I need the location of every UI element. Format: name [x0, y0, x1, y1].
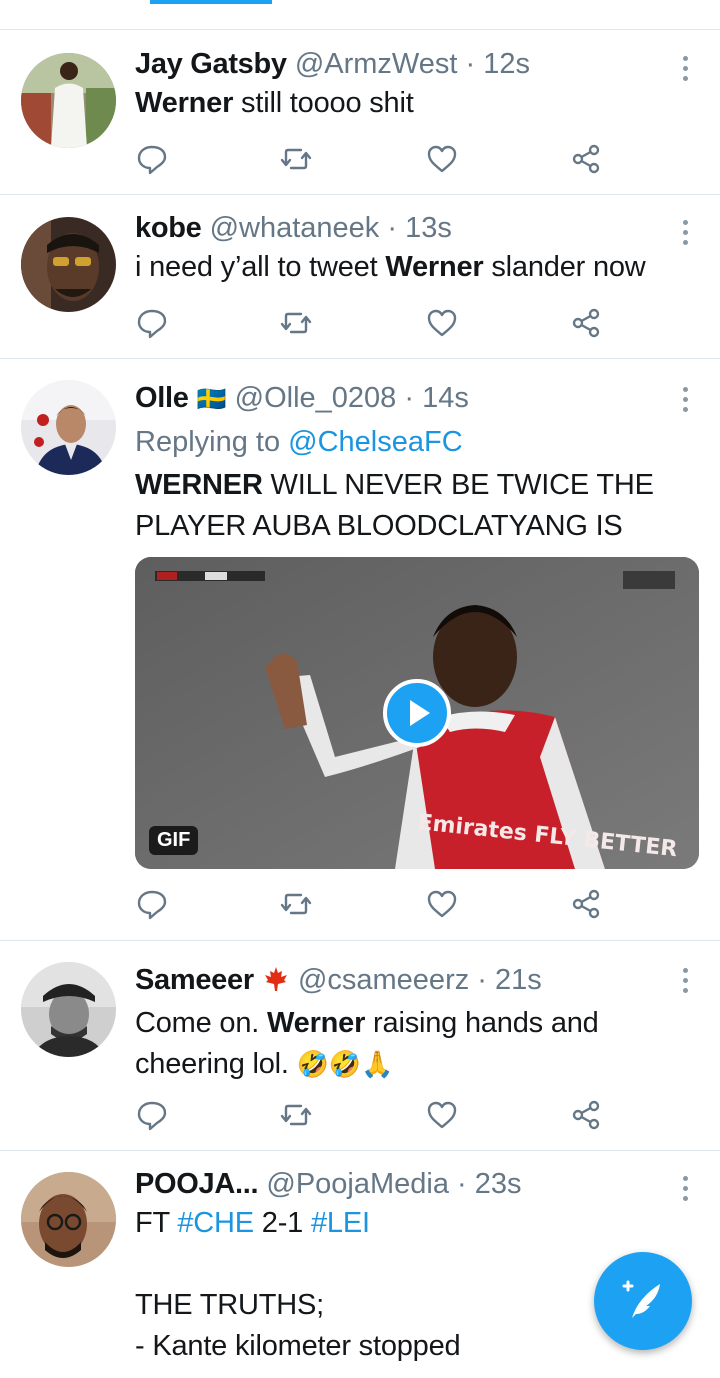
previous-tweet-remnant — [0, 0, 720, 30]
retweet-icon[interactable] — [279, 887, 313, 921]
more-options-icon[interactable] — [680, 1176, 690, 1201]
play-button[interactable] — [383, 679, 451, 747]
text-plain: WILL NEVER BE TWICE THE — [262, 469, 654, 501]
timestamp: 14s — [422, 382, 469, 414]
avatar[interactable] — [21, 380, 116, 475]
text-line: PLAYER AUBA BLOODCLATYANG IS — [135, 510, 623, 542]
avatar[interactable] — [21, 962, 116, 1057]
tweet[interactable]: Olle 🇸🇪 @Olle_0208 · 14s Replying to @Ch… — [0, 359, 720, 941]
user-handle: @whataneek — [209, 212, 380, 244]
like-icon[interactable] — [425, 1098, 459, 1132]
tweet-text: Werner still toooo shit — [135, 83, 680, 124]
text-plain: FT — [135, 1207, 178, 1239]
separator: · — [465, 48, 476, 80]
tweet[interactable]: Sameeer @csameeerz · 21s Come on. Werner… — [0, 941, 720, 1151]
gif-media[interactable]: Emirates FLY BETTER GIF — [135, 557, 699, 869]
text-plain: Come on. — [135, 1007, 267, 1039]
tweet-header: kobe @whataneek · 13s — [135, 209, 680, 247]
user-handle: @Olle_0208 — [234, 382, 397, 414]
more-options-icon[interactable] — [680, 56, 690, 81]
text-bold: WERNER — [135, 469, 263, 501]
text-plain: i need y’all to tweet — [135, 251, 386, 283]
display-name[interactable]: Sameeer — [135, 964, 254, 996]
separator: · — [477, 964, 487, 996]
separator: · — [387, 212, 398, 244]
timestamp: 23s — [474, 1168, 522, 1200]
more-options-icon[interactable] — [680, 220, 690, 245]
reply-icon[interactable] — [135, 142, 169, 176]
replying-to: Replying to @ChelseaFC — [135, 421, 680, 463]
text-plain: cheering lol. — [135, 1048, 297, 1080]
retweet-icon[interactable] — [279, 142, 313, 176]
hashtag-link[interactable]: #LEI — [311, 1207, 370, 1239]
tweet-header: Sameeer @csameeerz · 21s — [135, 961, 680, 1003]
text-bold: Werner — [385, 251, 484, 283]
separator: · — [457, 1168, 467, 1200]
tweet-actions — [135, 887, 615, 921]
maple-leaf-icon — [262, 965, 290, 1003]
retweet-icon[interactable] — [279, 1098, 313, 1132]
tweet-header: POOJA... @PoojaMedia · 23s — [135, 1165, 680, 1203]
text-plain: still toooo shit — [233, 87, 414, 119]
reply-icon[interactable] — [135, 887, 169, 921]
share-icon[interactable] — [569, 1098, 603, 1132]
reply-prefix: Replying to — [135, 426, 281, 458]
separator: · — [404, 382, 415, 414]
display-name[interactable]: Jay Gatsby — [135, 48, 287, 80]
tweet-header: Olle 🇸🇪 @Olle_0208 · 14s — [135, 379, 680, 419]
gif-badge: GIF — [149, 826, 199, 855]
reply-icon[interactable] — [135, 1098, 169, 1132]
display-name[interactable]: kobe — [135, 212, 202, 244]
tweet[interactable]: Jay Gatsby @ArmzWest · 12s Werner still … — [0, 31, 720, 195]
tweet-text: WERNER WILL NEVER BE TWICE THE PLAYER AU… — [135, 465, 680, 547]
share-icon[interactable] — [569, 142, 603, 176]
like-icon[interactable] — [425, 887, 459, 921]
reply-icon[interactable] — [135, 306, 169, 340]
tweet-actions — [135, 306, 615, 340]
share-icon[interactable] — [569, 306, 603, 340]
avatar[interactable] — [21, 53, 116, 148]
flag-emoji: 🇸🇪 — [196, 386, 227, 413]
avatar[interactable] — [21, 1172, 116, 1267]
hashtag-link[interactable]: #CHE — [177, 1207, 254, 1239]
user-handle: @csameeerz — [297, 964, 470, 996]
timestamp: 21s — [495, 964, 542, 996]
user-handle: @ArmzWest — [294, 48, 458, 80]
emoji-text: 🤣🤣🙏 — [296, 1049, 394, 1079]
text-plain: raising hands and — [365, 1007, 599, 1039]
timestamp: 13s — [405, 212, 452, 244]
tweet-text: i need y’all to tweet Werner slander now — [135, 247, 680, 288]
retweet-icon[interactable] — [279, 306, 313, 340]
user-handle: @PoojaMedia — [266, 1168, 449, 1200]
text-plain: 2-1 — [253, 1207, 311, 1239]
text-bold: Werner — [267, 1007, 366, 1039]
text-plain: slander now — [483, 251, 646, 283]
share-icon[interactable] — [569, 887, 603, 921]
tweet[interactable]: kobe @whataneek · 13s i need y’all to tw… — [0, 195, 720, 359]
like-icon[interactable] — [425, 306, 459, 340]
tweet-text: Come on. Werner raising hands and cheeri… — [135, 1003, 680, 1085]
display-name[interactable]: POOJA... — [135, 1168, 259, 1200]
more-options-icon[interactable] — [680, 968, 690, 993]
display-name[interactable]: Olle — [135, 382, 189, 414]
more-options-icon[interactable] — [680, 387, 690, 412]
compose-tweet-button[interactable] — [594, 1252, 692, 1350]
tweet-header: Jay Gatsby @ArmzWest · 12s — [135, 45, 680, 83]
tweet-actions — [135, 142, 615, 176]
like-icon[interactable] — [425, 142, 459, 176]
tab-indicator — [150, 0, 272, 4]
tweet-actions — [135, 1098, 615, 1132]
reply-to-link[interactable]: @ChelseaFC — [288, 426, 463, 458]
avatar[interactable] — [21, 217, 116, 312]
text-bold: Werner — [135, 87, 234, 119]
timestamp: 12s — [483, 48, 531, 80]
text-line: - Kante kilometer stopped — [135, 1330, 461, 1362]
compose-feather-icon — [622, 1280, 660, 1318]
